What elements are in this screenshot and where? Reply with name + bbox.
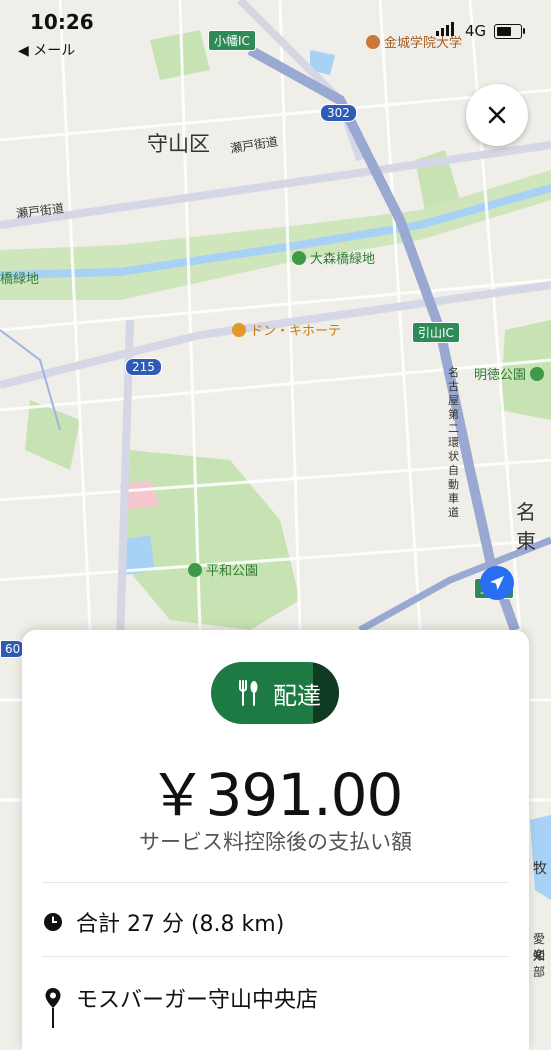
back-to-app-link[interactable]: ◀ メール — [18, 40, 75, 60]
close-button[interactable] — [466, 84, 528, 146]
park-icon — [188, 562, 202, 577]
pickup-location: モスバーガー守山中央店 — [76, 988, 319, 1013]
park-icon — [530, 366, 545, 381]
park-label: 明徳公園 — [474, 364, 545, 383]
park-label: 平和公園 — [188, 560, 258, 579]
close-icon — [488, 106, 506, 124]
pickup-row: モスバーガー守山中央店 — [42, 982, 318, 1014]
ic-sign: 引山IC — [412, 322, 460, 343]
area-label: 牧 — [533, 861, 547, 877]
route-shield: 302 — [320, 104, 357, 122]
delivery-mode-badge: 配達 — [211, 662, 339, 724]
clock-icon — [42, 911, 64, 933]
expressway-label: 名古屋第二環状自動車道 — [448, 366, 459, 519]
park-label: 橋緑地 — [0, 272, 40, 287]
park-label: 大森橋緑地 — [292, 248, 375, 267]
trip-offer-card: 配達 ￥391.00 サービス料控除後の支払い額 合計 27 分 (8.8 km… — [22, 630, 529, 1050]
mode-label: 配達 — [273, 681, 321, 710]
area-label: 楽部 — [533, 948, 546, 979]
cellular-signal-icon — [436, 22, 454, 36]
divider — [42, 882, 509, 883]
route-connector — [52, 1008, 54, 1028]
trip-duration-row: 合計 27 分 (8.8 km) — [42, 906, 284, 938]
trip-duration: 合計 27 分 (8.8 km) — [76, 912, 285, 937]
shopping-icon — [232, 322, 246, 337]
status-time: 10:26 — [30, 10, 94, 34]
area-label: 名東 — [516, 500, 536, 553]
park-icon — [292, 250, 306, 265]
store-label: ドン・キホーテ — [232, 320, 341, 339]
route-shield: 215 — [125, 358, 162, 376]
fork-knife-icon — [233, 678, 263, 708]
network-type: 4G — [465, 22, 487, 40]
current-location-icon[interactable] — [480, 566, 514, 600]
payout-caption: サービス料控除後の支払い額 — [139, 830, 412, 854]
ward-label: 守山区 — [147, 132, 210, 156]
payout-amount: ￥391.00 — [148, 761, 404, 829]
location-pin-icon — [42, 987, 64, 1009]
divider — [42, 956, 509, 957]
status-bar: 10:26 ◀ メール 4G — [0, 0, 551, 60]
battery-icon — [494, 24, 525, 39]
